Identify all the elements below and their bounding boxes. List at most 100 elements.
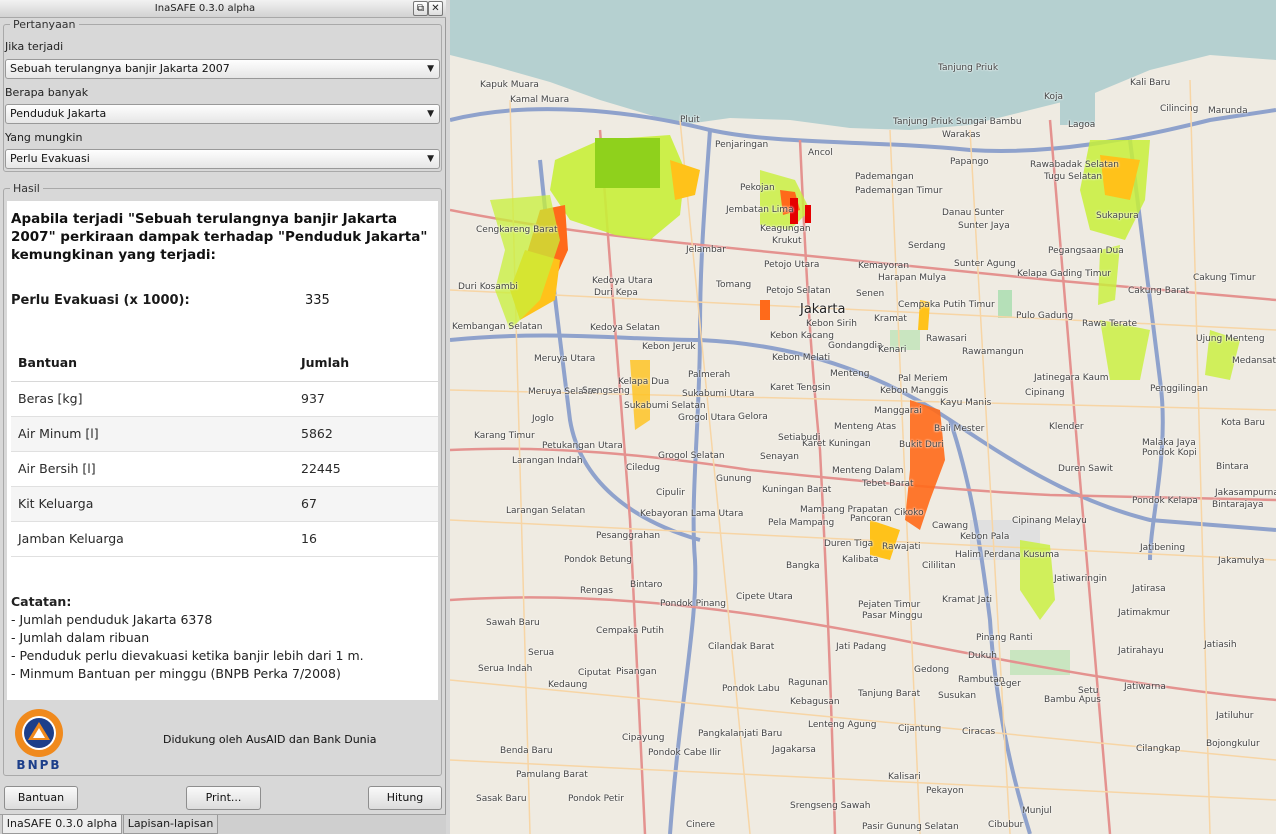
footer: BNPB Didukung oleh AusAID dan Bank Dunia xyxy=(7,702,438,774)
map-label: Bintara xyxy=(1216,462,1249,472)
map-label: Kramat Jati xyxy=(942,595,992,605)
aid-item: Air Bersih [l] xyxy=(11,451,294,487)
map-label: Malaka Jaya xyxy=(1142,438,1196,448)
map-label: Sawah Baru xyxy=(486,618,540,628)
harbor-basin xyxy=(1060,80,1095,125)
map-label: Warakas xyxy=(942,130,981,140)
map-label: Cinere xyxy=(686,820,716,830)
map-label: Menteng Dalam xyxy=(832,466,904,476)
map-label: Srengseng Sawah xyxy=(790,801,871,811)
map-label: Pondok Cabe Ilir xyxy=(648,748,721,758)
map-label: Jakamulya xyxy=(1218,556,1265,566)
map-label: Pela Mampang xyxy=(768,518,835,528)
hazard-value: Sebuah terulangnya banjir Jakarta 2007 xyxy=(10,62,230,75)
function-combobox[interactable]: Perlu Evakuasi ▼ xyxy=(5,149,440,169)
note-line: - Minmum Bantuan per minggu (BNPB Perka … xyxy=(11,666,341,681)
map-label: Senayan xyxy=(760,452,800,462)
aid-amount: 5862 xyxy=(294,416,438,452)
map-label: Susukan xyxy=(938,691,977,701)
map-label: Kramat xyxy=(874,314,907,324)
aid-amount: 67 xyxy=(294,486,438,522)
map-label: Jatibening xyxy=(1140,543,1186,553)
run-button[interactable]: Hitung xyxy=(368,786,442,810)
map-label: Kamal Muara xyxy=(510,95,570,105)
map-label: Kedoya Selatan xyxy=(590,323,660,333)
map-label: Tebet Barat xyxy=(862,479,914,489)
float-dock-icon[interactable]: ⧉ xyxy=(413,1,428,16)
map-label: Jatiwaringin xyxy=(1054,574,1107,584)
help-button[interactable]: Bantuan xyxy=(4,786,78,810)
map-label: Bukit Duri xyxy=(899,440,944,450)
map-label: Bali Mester xyxy=(934,424,985,434)
evacuation-label: Perlu Evakuasi (x 1000): xyxy=(11,293,190,308)
map-label: Gondangdia xyxy=(828,341,883,351)
map-label: Dukuh xyxy=(968,651,997,661)
bnpb-logo-text: BNPB xyxy=(16,758,61,771)
map-label: Cawang xyxy=(932,521,969,531)
table-row: Air Bersih [l] 22445 xyxy=(11,451,438,487)
map-label: Kebon Melati xyxy=(772,353,831,363)
map-label: Krukut xyxy=(772,236,802,246)
map-label: Pondok Petir xyxy=(568,794,624,804)
aid-table: Bantuan Jumlah Beras [kg] 937 Air Minum … xyxy=(11,345,438,557)
map-label: Jatinegara Kaum xyxy=(1034,373,1109,383)
map-label: Pondok Pinang xyxy=(660,599,726,609)
print-button[interactable]: Print... xyxy=(186,786,261,810)
park-area xyxy=(998,290,1012,318)
exposure-value: Penduduk Jakarta xyxy=(10,107,107,120)
results-pane[interactable]: Apabila terjadi "Sebuah terulangnya banj… xyxy=(7,201,438,700)
map-label: Cipinang xyxy=(1025,388,1065,398)
map-label: Pasar Minggu xyxy=(862,611,923,621)
map-label: Pluit xyxy=(680,115,700,125)
map-label: Senen xyxy=(856,289,885,299)
map-label: Medansatria xyxy=(1232,356,1276,366)
exposure-combobox[interactable]: Penduduk Jakarta ▼ xyxy=(5,104,440,124)
dock-title: InaSAFE 0.3.0 alpha xyxy=(154,3,256,14)
map-label: Lenteng Agung xyxy=(808,720,877,730)
map-label: Joglo xyxy=(532,414,554,424)
map-label: Pulo Gadung xyxy=(1016,311,1074,321)
map-label: Serua xyxy=(528,648,555,658)
notes-title: Catatan: xyxy=(11,594,72,609)
map-label: Mampang Prapatan xyxy=(800,505,889,515)
map-label: Kebon Manggis xyxy=(880,386,949,396)
map-label: Koja xyxy=(1044,92,1063,102)
close-icon[interactable]: ✕ xyxy=(428,1,443,16)
map-label: Cempaka Putih xyxy=(596,626,664,636)
table-header-row: Bantuan Jumlah xyxy=(11,345,438,382)
map-label: Pondok Kopi xyxy=(1142,448,1197,458)
table-row: Kit Keluarga 67 xyxy=(11,486,438,522)
map-label: Ciputat xyxy=(578,668,611,678)
map-label: Cilandak Barat xyxy=(708,642,775,652)
map-label: Cakung Timur xyxy=(1193,273,1256,283)
map-label: Cipinang Melayu xyxy=(1012,516,1087,526)
map-canvas[interactable]: Jakarta Kapuk Muara Kamal Muara Pluit Pe… xyxy=(450,0,1276,834)
map-label: Petukangan Utara xyxy=(542,441,623,451)
chevron-down-icon: ▼ xyxy=(427,109,434,119)
aid-item: Kit Keluarga xyxy=(11,486,294,522)
map-label: Benda Baru xyxy=(500,746,553,756)
map-label: Rawamangun xyxy=(962,347,1024,357)
exposure-label: Berapa banyak xyxy=(5,86,89,99)
hazard-combobox[interactable]: Sebuah terulangnya banjir Jakarta 2007 ▼ xyxy=(5,59,440,79)
notes: Catatan: - Jumlah penduduk Jakarta 6378 … xyxy=(11,593,364,683)
map-label: Jelambar xyxy=(686,245,726,255)
tab-layers[interactable]: Lapisan-lapisan xyxy=(123,815,218,834)
map-label: Tomang xyxy=(716,280,752,290)
map-label: Jatimakmur xyxy=(1118,608,1170,618)
map-label: Tanjung Priuk Sungai Bambu xyxy=(893,117,1022,127)
aid-amount: 22445 xyxy=(294,451,438,487)
map-label: Ciledug xyxy=(626,463,660,473)
map-label: Bintaro xyxy=(630,580,663,590)
harbor-basin xyxy=(1010,0,1050,100)
inasafe-dock: InaSAFE 0.3.0 alpha ⧉ ✕ Pertanyaan Jika … xyxy=(0,0,446,834)
tab-inasafe[interactable]: InaSAFE 0.3.0 alpha xyxy=(2,815,122,834)
map-label: Kedoya Utara xyxy=(592,276,653,286)
question-legend: Pertanyaan xyxy=(13,18,76,31)
chevron-down-icon: ▼ xyxy=(427,154,434,164)
map-label: Larangan Selatan xyxy=(506,506,586,516)
map-label: Bangka xyxy=(786,561,820,571)
evacuation-value: 335 xyxy=(305,293,330,308)
dock-titlebar[interactable]: InaSAFE 0.3.0 alpha ⧉ ✕ xyxy=(0,0,446,18)
map-label: Sunter Jaya xyxy=(958,221,1010,231)
